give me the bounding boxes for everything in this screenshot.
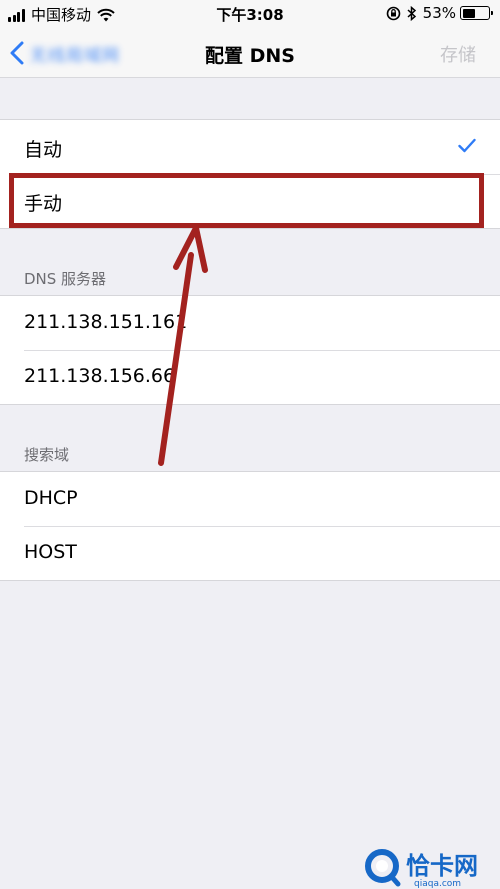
watermark-logo: 恰卡网 qiaqa.com bbox=[365, 849, 478, 889]
rotation-lock-icon bbox=[386, 6, 400, 20]
annotation-highlight-box bbox=[9, 173, 484, 228]
status-right: 53% bbox=[386, 4, 493, 22]
dns-server-address: 211.138.156.66 bbox=[24, 365, 176, 387]
search-domains-header: 搜索域 bbox=[24, 446, 70, 464]
search-domain-name: HOST bbox=[24, 541, 77, 563]
checkmark-icon bbox=[458, 138, 476, 153]
dns-servers-header: DNS 服务器 bbox=[24, 270, 107, 288]
search-domain-row[interactable]: HOST bbox=[0, 526, 500, 580]
watermark-text: 恰卡网 bbox=[406, 852, 478, 880]
dns-servers-section: 211.138.151.161 211.138.156.66 bbox=[0, 295, 500, 405]
search-domain-name: DHCP bbox=[24, 487, 78, 509]
save-button[interactable]: 存储 bbox=[440, 41, 476, 67]
page-title: 配置 DNS bbox=[205, 45, 295, 67]
dns-server-row[interactable]: 211.138.156.66 bbox=[0, 350, 500, 404]
watermark-url: qiaqa.com bbox=[414, 879, 461, 889]
navigation-bar: 无线局域网 配置 DNS 存储 bbox=[0, 28, 500, 78]
dns-server-address: 211.138.151.161 bbox=[24, 311, 188, 333]
bluetooth-icon bbox=[407, 5, 416, 21]
battery-percent: 53% bbox=[422, 4, 456, 22]
dns-mode-label: 自动 bbox=[24, 139, 63, 161]
dns-mode-automatic[interactable]: 自动 bbox=[0, 120, 500, 174]
dns-server-row[interactable]: 211.138.151.161 bbox=[0, 296, 500, 350]
search-domain-row[interactable]: DHCP bbox=[0, 472, 500, 526]
search-domains-section: DHCP HOST bbox=[0, 471, 500, 581]
status-bar: 中国移动 下午3:08 53% bbox=[0, 0, 500, 28]
battery-fill bbox=[462, 8, 476, 18]
battery-icon bbox=[460, 6, 493, 20]
